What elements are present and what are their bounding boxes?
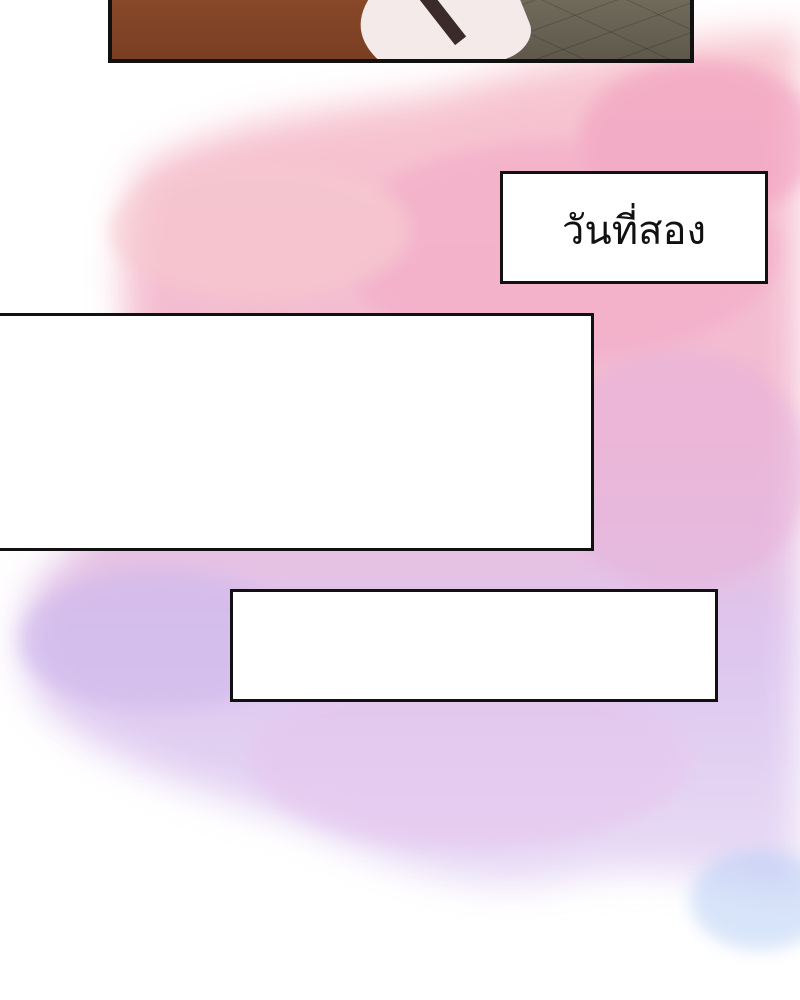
previous-comic-panel bbox=[108, 0, 694, 63]
caption-box-empty-small bbox=[230, 589, 718, 702]
caption-box-day: วันที่สอง bbox=[500, 171, 768, 284]
caption-box-empty-large bbox=[0, 313, 594, 551]
caption-day-text: วันที่สอง bbox=[561, 207, 707, 254]
